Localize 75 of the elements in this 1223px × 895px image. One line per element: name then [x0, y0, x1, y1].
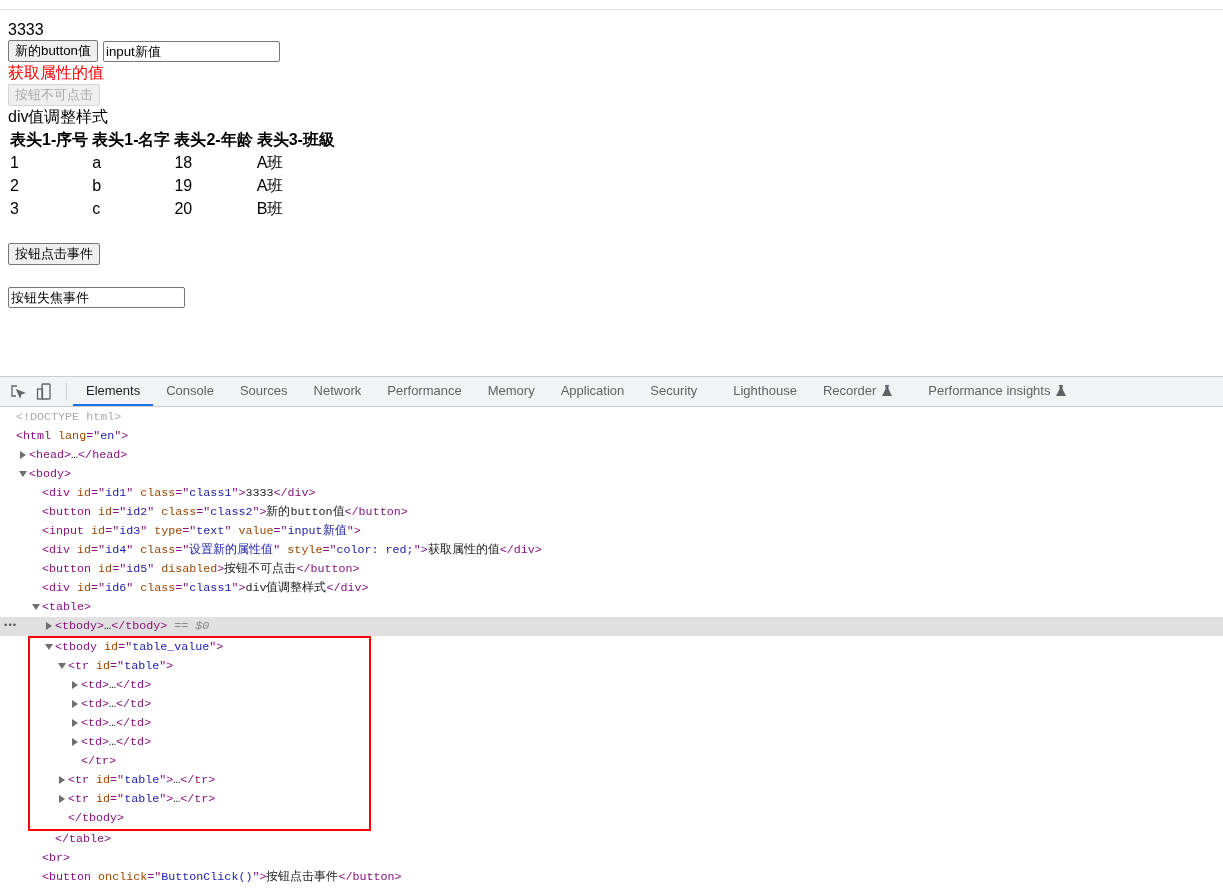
text-input[interactable]: 按钮失焦事件 — [8, 287, 185, 308]
column-header: 表头1-名字 — [91, 130, 172, 150]
table-cell-text: b — [91, 176, 103, 196]
code-line[interactable]: <button id="id5" disabled>按钮不可点击</button> — [42, 560, 360, 579]
table-cell-text: 18 — [173, 153, 194, 173]
code-line[interactable]: <td>…</td> — [81, 695, 152, 714]
code-line[interactable]: <tr id="table">…</tr> — [68, 771, 216, 790]
text: 3333 — [8, 20, 44, 40]
table-cell-text: 20 — [173, 199, 194, 219]
code-line[interactable]: <tbody id="table_value"> — [55, 638, 224, 657]
devtools-tab[interactable]: Network — [300, 377, 375, 406]
expanded-triangle-icon[interactable] — [32, 603, 40, 611]
code-line[interactable]: <tbody>…</tbody> == $0 — [55, 617, 210, 636]
devtools-tab[interactable]: Console — [153, 377, 227, 406]
column-header: 表头2-年龄 — [173, 130, 254, 150]
collapsed-triangle-icon[interactable] — [58, 795, 66, 803]
table-cell-text: 3 — [9, 199, 20, 219]
table-cell-text: B班 — [255, 199, 285, 219]
code-line[interactable]: </table> — [55, 830, 112, 849]
code-line[interactable]: <table> — [42, 598, 92, 617]
expanded-triangle-icon[interactable] — [19, 470, 27, 478]
text-input[interactable]: input新值 — [103, 40, 280, 62]
code-line[interactable]: <button id="id2" class="class2">新的button值</button> — [42, 503, 408, 522]
collapsed-triangle-icon[interactable] — [71, 681, 79, 689]
button[interactable]: 按钮点击事件 — [8, 243, 100, 265]
flask-icon — [1056, 385, 1067, 396]
code-line[interactable]: <html lang="en"> — [16, 427, 129, 446]
devtools-tab[interactable]: Elements — [73, 377, 154, 406]
code-line[interactable]: <td>…</td> — [81, 714, 152, 733]
text: div值调整样式 — [8, 107, 109, 127]
table-cell-text: a — [91, 153, 103, 173]
code-line[interactable]: <br> — [42, 849, 71, 868]
inspect-element-icon[interactable] — [10, 383, 26, 400]
devtools-tab[interactable]: Performance insights — [915, 377, 1080, 406]
table-cell-text: 19 — [173, 176, 194, 196]
code-line[interactable]: <div id="id6" class="class1">div值调整样式</div> — [42, 579, 369, 598]
code-line[interactable]: </tbody> — [68, 809, 125, 828]
devtools-tab[interactable]: Recorder — [809, 377, 906, 406]
table-cell-text: A班 — [255, 153, 285, 173]
flask-icon — [882, 385, 893, 396]
code-line[interactable]: <tr id="table"> — [68, 657, 174, 676]
code-line[interactable]: <body> — [29, 465, 72, 484]
table-cell-text: c — [91, 199, 102, 219]
table-cell-text: A班 — [255, 176, 285, 196]
more-options-icon[interactable]: ••• — [3, 617, 17, 636]
collapsed-triangle-icon[interactable] — [58, 776, 66, 784]
code-line[interactable]: <div id="id4" class="设置新的属性值" style="color: red;">获取属性的值</div> — [42, 541, 542, 560]
code-line[interactable]: <head>…</head> — [29, 446, 128, 465]
devtools-tab[interactable]: Security — [637, 377, 711, 406]
devtools-tab[interactable]: Sources — [226, 377, 301, 406]
button[interactable]: 新的button值 — [8, 40, 98, 62]
devtools-tab[interactable]: Application — [547, 377, 638, 406]
devtools-tab[interactable]: Memory — [474, 377, 548, 406]
code-line[interactable]: <div id="id1" class="class1">3333</div> — [42, 484, 316, 503]
collapsed-triangle-icon[interactable] — [71, 719, 79, 727]
code-line[interactable]: <td>…</td> — [81, 676, 152, 695]
devtools-tab[interactable]: Performance — [374, 377, 475, 406]
code-line[interactable]: <tr id="table">…</tr> — [68, 790, 216, 809]
attribute-text: 获取属性的值 — [8, 63, 104, 83]
column-header: 表头3-班級 — [255, 130, 336, 150]
table-cell-text: 2 — [9, 176, 20, 196]
collapsed-triangle-icon[interactable] — [45, 622, 53, 630]
expanded-triangle-icon[interactable] — [58, 662, 66, 670]
code-line[interactable]: <input id="id3" type="text" value="input新值"> — [42, 522, 361, 541]
expanded-triangle-icon[interactable] — [45, 643, 53, 651]
code-line[interactable]: </tr> — [81, 752, 117, 771]
devtools-tab[interactable]: Lighthouse — [720, 377, 810, 406]
code-line[interactable]: <td>…</td> — [81, 733, 152, 752]
table-cell-text: 1 — [9, 153, 20, 173]
code-line[interactable]: <button onclick="ButtonClick()">按钮点击事件</button> — [42, 868, 402, 887]
collapsed-triangle-icon[interactable] — [71, 700, 79, 708]
column-header: 表头1-序号 — [9, 130, 90, 150]
collapsed-triangle-icon[interactable] — [71, 738, 79, 746]
device-toolbar-icon[interactable] — [36, 382, 52, 401]
collapsed-triangle-icon[interactable] — [19, 451, 27, 459]
